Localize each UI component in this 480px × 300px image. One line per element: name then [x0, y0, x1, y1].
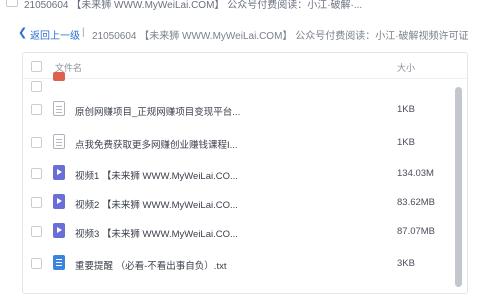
current-path: 21050604 【未来狮 WWW.MyWeiLai.COM】 公众号付费阅读：…: [92, 31, 469, 42]
file-name: 视频3 【未来狮 WWW.MyWeiLai.CO...: [75, 229, 238, 240]
top-strip: 21050604 【未来狮 WWW.MyWeiLai.COM】 公众号付费阅读：…: [0, 0, 480, 14]
video-icon: [53, 194, 65, 209]
top-strip-title: 21050604 【未来狮 WWW.MyWeiLai.COM】 公众号付费阅读：…: [24, 0, 363, 11]
file-name: 视频1 【未来狮 WWW.MyWeiLai.CO...: [75, 171, 238, 182]
row-checkbox[interactable]: [31, 168, 42, 179]
file-row[interactable]: 重要提醒 （必看-不看出事自负）.txt 3KB: [23, 249, 453, 278]
file-row[interactable]: 视频3 【未来狮 WWW.MyWeiLai.CO... 87.07MB: [23, 217, 453, 246]
top-strip-checkbox[interactable]: [6, 0, 18, 7]
file-size: 134.03M: [397, 168, 434, 179]
file-row[interactable]: 点我免费获取更多网赚创业赚钱课程I... 1KB: [23, 128, 453, 157]
row-checkbox[interactable]: [31, 226, 42, 237]
back-button[interactable]: 返回上一级: [30, 27, 80, 42]
row-checkbox[interactable]: [31, 197, 42, 208]
row-checkbox[interactable]: [31, 104, 42, 115]
file-size: 3KB: [397, 258, 415, 269]
path-separator: |: [82, 27, 85, 38]
file-name: 视频2 【未来狮 WWW.MyWeiLai.CO...: [75, 200, 238, 211]
video-icon: [53, 223, 65, 238]
file-size: 1KB: [397, 104, 415, 115]
file-size: 1KB: [397, 137, 415, 148]
row-checkbox[interactable]: [31, 258, 42, 269]
text-file-icon: [53, 255, 65, 270]
file-name: 原创网赚项目_正规网赚项目变现平台...: [75, 107, 241, 118]
file-list-panel: 文件名 大小 原创网赚项目_正规网赚项目变现平台... 1KB 点我免费获取更多…: [22, 52, 468, 294]
file-row[interactable]: 视频1 【未来狮 WWW.MyWeiLai.CO... 134.03M: [23, 159, 453, 188]
file-name: 重要提醒 （必看-不看出事自负）.txt: [75, 261, 227, 272]
path-bar: ❮ 返回上一级 | 21050604 【未来狮 WWW.MyWeiLai.COM…: [0, 24, 480, 42]
file-name: 点我免费获取更多网赚创业赚钱课程I...: [75, 140, 238, 151]
file-row[interactable]: 视频2 【未来狮 WWW.MyWeiLai.CO... 83.62MB: [23, 188, 453, 217]
scrollbar[interactable]: [455, 87, 462, 287]
row-checkbox[interactable]: [31, 137, 42, 148]
scrollbar-thumb[interactable]: [455, 87, 462, 287]
row-checkbox[interactable]: [31, 81, 42, 92]
file-size: 83.62MB: [397, 197, 436, 208]
file-size: 87.07MB: [397, 226, 436, 237]
document-icon: [53, 101, 65, 116]
select-all-checkbox[interactable]: [31, 61, 42, 72]
file-row[interactable]: 原创网赚项目_正规网赚项目变现平台... 1KB: [23, 95, 453, 124]
red-file-icon: [53, 72, 65, 81]
video-icon: [53, 165, 65, 180]
document-icon: [53, 134, 65, 149]
chevron-left-icon[interactable]: ❮: [18, 26, 27, 39]
